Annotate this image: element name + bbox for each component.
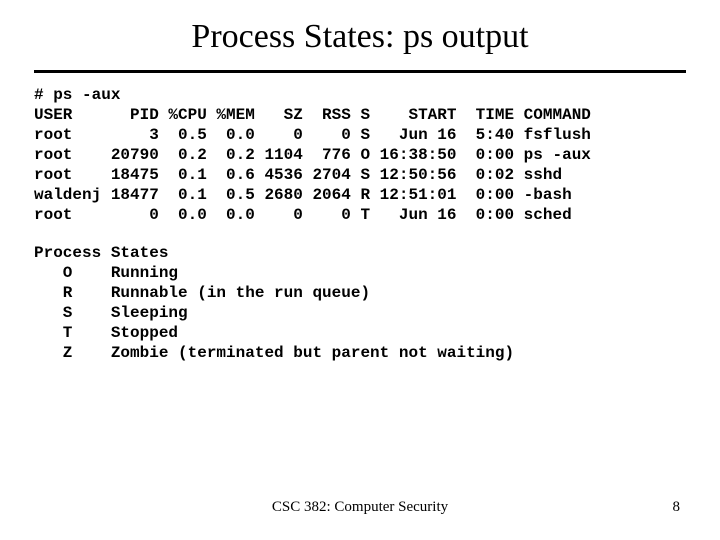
footer-course: CSC 382: Computer Security [0, 499, 720, 516]
footer-page: 8 [673, 499, 681, 516]
process-states-block: Process States O Running R Runnable (in … [34, 243, 686, 363]
page-title: Process States: ps output [0, 0, 720, 64]
ps-output: # ps -aux USER PID %CPU %MEM SZ RSS S ST… [34, 85, 686, 225]
slide: Process States: ps output # ps -aux USER… [0, 0, 720, 540]
title-rule [34, 70, 686, 73]
